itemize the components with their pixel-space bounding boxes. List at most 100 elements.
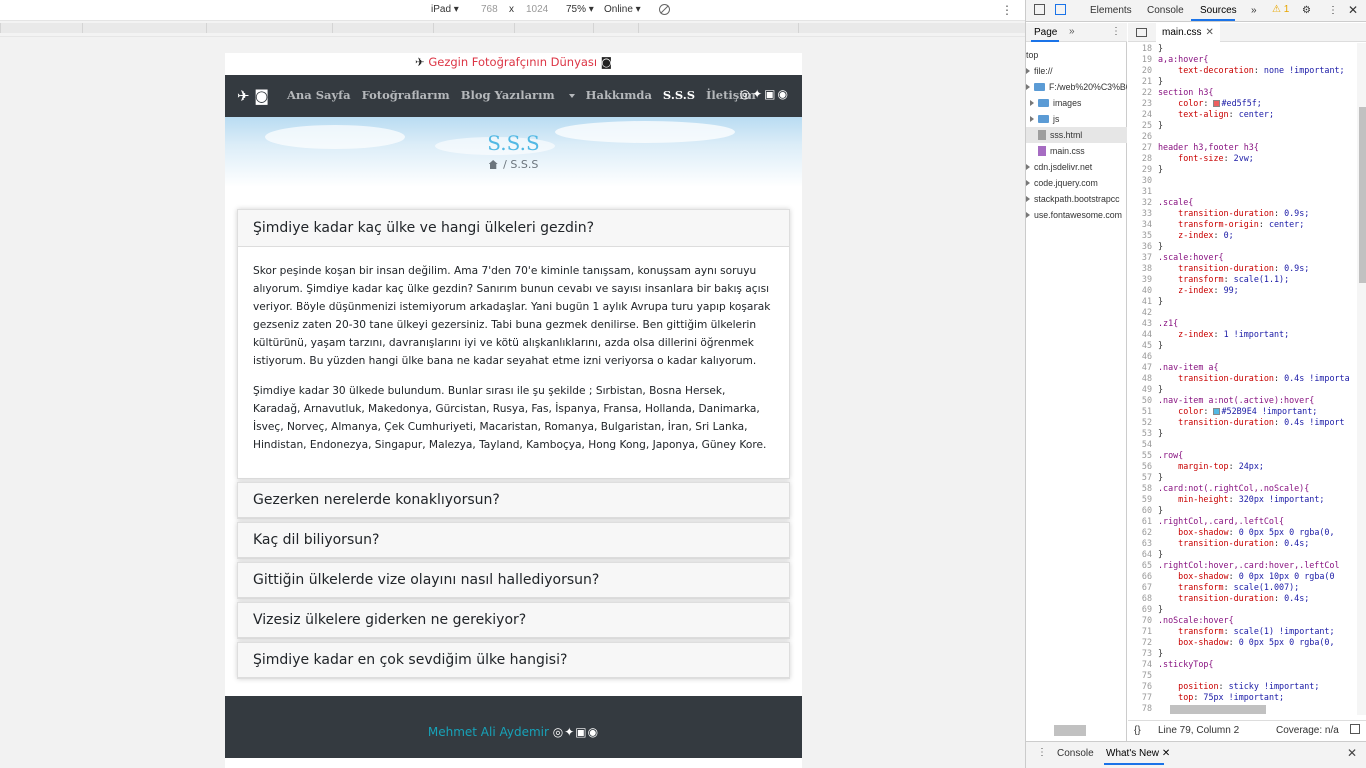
line-number[interactable]: 41 bbox=[1128, 296, 1152, 307]
line-number[interactable]: 33 bbox=[1128, 208, 1152, 219]
close-drawer-icon[interactable]: ✕ bbox=[1347, 746, 1357, 760]
code-line[interactable]: 62 box-shadow: 0 0px 5px 0 rgba(0, bbox=[1128, 527, 1357, 538]
code-line[interactable]: 55 .row{ bbox=[1128, 450, 1357, 461]
code-line[interactable]: 76 position: sticky !important; bbox=[1128, 681, 1357, 692]
line-number[interactable]: 21 bbox=[1128, 76, 1152, 87]
editor-vertical-scrollbar[interactable] bbox=[1357, 43, 1366, 715]
code-line[interactable]: 52 transition-duration: 0.4s !import bbox=[1128, 417, 1357, 428]
code-line[interactable]: 43 .z1{ bbox=[1128, 318, 1357, 329]
code-line[interactable]: 44 z-index: 1 !important; bbox=[1128, 329, 1357, 340]
code-line[interactable]: 38 transition-duration: 0.9s; bbox=[1128, 263, 1357, 274]
warning-badge[interactable]: ⚠ 1 bbox=[1272, 4, 1289, 15]
line-number[interactable]: 64 bbox=[1128, 549, 1152, 560]
tree-item[interactable]: images bbox=[1026, 95, 1127, 111]
tree-item[interactable]: cdn.jsdelivr.net bbox=[1026, 159, 1127, 175]
line-number[interactable]: 22 bbox=[1128, 87, 1152, 98]
line-number[interactable]: 19 bbox=[1128, 54, 1152, 65]
nav-item-sss[interactable]: S.S.S bbox=[663, 88, 695, 102]
line-number[interactable]: 46 bbox=[1128, 351, 1152, 362]
navbar-logo-icon[interactable]: ✈ ◙ bbox=[237, 87, 269, 105]
tab-console[interactable]: Console bbox=[1147, 5, 1184, 16]
line-number[interactable]: 56 bbox=[1128, 461, 1152, 472]
line-number[interactable]: 74 bbox=[1128, 659, 1152, 670]
close-tab-icon[interactable]: ✕ bbox=[1205, 27, 1213, 38]
close-drawer-tab-icon[interactable]: ✕ bbox=[1162, 748, 1170, 759]
line-number[interactable]: 61 bbox=[1128, 516, 1152, 527]
device-select[interactable]: iPad ▾ bbox=[431, 4, 459, 15]
code-line[interactable]: 40 z-index: 99; bbox=[1128, 285, 1357, 296]
code-line[interactable]: 28 font-size: 2vw; bbox=[1128, 153, 1357, 164]
line-number[interactable]: 38 bbox=[1128, 263, 1152, 274]
code-line[interactable]: 70 .noScale:hover{ bbox=[1128, 615, 1357, 626]
code-lines[interactable]: 18} 19 a,a:hover{20 text-decoration: none … bbox=[1128, 43, 1357, 715]
code-line[interactable]: 51 color: #52B9E4 !important; bbox=[1128, 406, 1357, 417]
code-line[interactable]: 57} bbox=[1128, 472, 1357, 483]
tree-item[interactable]: main.css bbox=[1026, 143, 1127, 159]
line-number[interactable]: 68 bbox=[1128, 593, 1152, 604]
more-panes-icon[interactable]: » bbox=[1069, 26, 1075, 37]
code-line[interactable]: 48 transition-duration: 0.4s !importa bbox=[1128, 373, 1357, 384]
code-line[interactable]: 53} bbox=[1128, 428, 1357, 439]
navigator-menu-icon[interactable]: ⋮ bbox=[1111, 26, 1121, 37]
code-line[interactable]: 59 min-height: 320px !important; bbox=[1128, 494, 1357, 505]
line-number[interactable]: 50 bbox=[1128, 395, 1152, 406]
line-number[interactable]: 48 bbox=[1128, 373, 1152, 384]
code-line[interactable]: 21} bbox=[1128, 76, 1357, 87]
drawer-tab-whats-new[interactable]: What's New ✕ bbox=[1103, 748, 1170, 765]
code-line[interactable]: 42 bbox=[1128, 307, 1357, 318]
line-number[interactable]: 69 bbox=[1128, 604, 1152, 615]
settings-icon[interactable]: ⚙ bbox=[1302, 5, 1311, 16]
code-line[interactable]: 34 transform-origin: center; bbox=[1128, 219, 1357, 230]
line-number[interactable]: 58 bbox=[1128, 483, 1152, 494]
tree-item[interactable]: js bbox=[1026, 111, 1127, 127]
line-number[interactable]: 35 bbox=[1128, 230, 1152, 241]
drawer-tab-console[interactable]: Console bbox=[1057, 748, 1094, 759]
more-tabs-icon[interactable]: » bbox=[1251, 5, 1257, 16]
code-line[interactable]: 61 .rightCol,.card,.leftCol{ bbox=[1128, 516, 1357, 527]
line-number[interactable]: 27 bbox=[1128, 142, 1152, 153]
code-line[interactable]: 37 .scale:hover{ bbox=[1128, 252, 1357, 263]
faq-question[interactable]: Vizesiz ülkelere giderken ne gerekiyor? bbox=[238, 603, 789, 638]
line-number[interactable]: 31 bbox=[1128, 186, 1152, 197]
code-line[interactable]: 65 .rightCol:hover,.card:hover,.leftCol bbox=[1128, 560, 1357, 571]
tree-item[interactable]: F:/web%20%C3%B6 bbox=[1026, 79, 1127, 95]
code-line[interactable]: 72 box-shadow: 0 0px 5px 0 rgba(0, bbox=[1128, 637, 1357, 648]
nav-item-fotograflarim[interactable]: Fotoğraflarım bbox=[362, 88, 450, 102]
line-number[interactable]: 42 bbox=[1128, 307, 1152, 318]
faq-question[interactable]: Gittiğin ülkelerde vize olayını nasıl ha… bbox=[238, 563, 789, 598]
line-number[interactable]: 25 bbox=[1128, 120, 1152, 131]
close-devtools-icon[interactable]: ✕ bbox=[1348, 3, 1358, 17]
tree-item[interactable]: sss.html bbox=[1026, 127, 1127, 143]
zoom-select[interactable]: 75% ▾ bbox=[566, 4, 594, 15]
home-icon[interactable] bbox=[488, 160, 498, 169]
line-number[interactable]: 70 bbox=[1128, 615, 1152, 626]
tab-sources[interactable]: Sources bbox=[1200, 5, 1237, 16]
line-number[interactable]: 76 bbox=[1128, 681, 1152, 692]
width-input[interactable]: 768 bbox=[481, 4, 498, 15]
faq-question[interactable]: Kaç dil biliyorsun? bbox=[238, 523, 789, 558]
navigator-scrollbar[interactable] bbox=[1026, 723, 1127, 739]
code-line[interactable]: 73} bbox=[1128, 648, 1357, 659]
line-number[interactable]: 39 bbox=[1128, 274, 1152, 285]
code-line[interactable]: 45} bbox=[1128, 340, 1357, 351]
line-number[interactable]: 62 bbox=[1128, 527, 1152, 538]
coverage-toggle-icon[interactable] bbox=[1350, 724, 1360, 734]
faq-question[interactable]: Şimdiye kadar kaç ülke ve hangi ülkeleri… bbox=[238, 210, 789, 247]
more-options-icon[interactable]: ⋮ bbox=[1001, 3, 1013, 17]
line-number[interactable]: 37 bbox=[1128, 252, 1152, 263]
faq-question[interactable]: Gezerken nerelerde konaklıyorsun? bbox=[238, 483, 789, 518]
line-number[interactable]: 30 bbox=[1128, 175, 1152, 186]
code-line[interactable]: 25} bbox=[1128, 120, 1357, 131]
pretty-print-icon[interactable]: {} bbox=[1134, 725, 1141, 736]
line-number[interactable]: 54 bbox=[1128, 439, 1152, 450]
network-select[interactable]: Online ▾ bbox=[604, 4, 641, 15]
line-number[interactable]: 45 bbox=[1128, 340, 1152, 351]
tree-item[interactable]: top bbox=[1026, 47, 1127, 63]
code-line[interactable]: 66 box-shadow: 0 0px 10px 0 rgba(0 bbox=[1128, 571, 1357, 582]
line-number[interactable]: 28 bbox=[1128, 153, 1152, 164]
brand-header[interactable]: ✈ Gezgin Fotoğrafçının Dünyası ◙ bbox=[225, 53, 802, 73]
toggle-navigator-icon[interactable] bbox=[1136, 28, 1147, 37]
line-number[interactable]: 72 bbox=[1128, 637, 1152, 648]
code-line[interactable]: 18} bbox=[1128, 43, 1357, 54]
line-number[interactable]: 77 bbox=[1128, 692, 1152, 703]
